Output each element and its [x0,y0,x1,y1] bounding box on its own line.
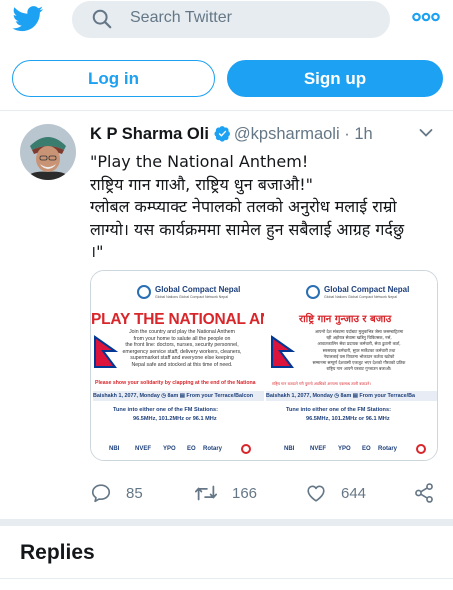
tweet-text-line: "Play the National Anthem! [90,152,309,171]
solidarity-line: राष्ट्रिय गान बजाउने गरी पुरानो अवधिको अ… [272,381,371,386]
tweet-text: "Play the National Anthem! राष्ट्रिय गान… [90,151,442,264]
search-bar[interactable]: Search Twitter [72,1,390,38]
search-icon [92,9,112,29]
like-button[interactable]: 644 [305,482,366,504]
global-compact-logo-icon [306,285,320,299]
org-subtitle: Global Nations Global Compact Network Ne… [155,295,228,299]
media-image-nepali[interactable]: Global Compact Nepal Global Nations Glob… [266,271,437,460]
login-button[interactable]: Log in [12,60,215,97]
tweet-text-line: ।" [90,242,104,261]
poster-body: आफ्नो देश संकटमा पर्दाबाट मुलुकभित्र जेस… [312,329,406,372]
fm-line: Tune into either one of the FM Stations: [286,407,391,413]
sponsor-logo: YPO [338,446,351,452]
sponsor-logo: EO [187,446,196,452]
section-divider [0,519,453,526]
reply-count: 85 [126,484,143,502]
media-image-english[interactable]: Global Compact Nepal Global Nations Glob… [91,271,264,460]
retweet-count: 166 [232,484,258,502]
author-name[interactable]: K P Sharma Oli [90,125,209,143]
reply-button[interactable]: 85 [90,482,143,504]
tweet-media[interactable]: Global Compact Nepal Global Nations Glob… [90,270,438,461]
tweet-text-line: राष्ट्रिय गान गाऔ, राष्ट्रिय धुन बजाऔ!" [90,174,313,194]
signup-button[interactable]: Sign up [227,60,443,97]
tweet-text-line: ग्लोबल कम्प्याक्ट नेपालको तलको अनुरोध मल… [90,197,397,216]
separator-dot: · [344,125,350,143]
author-handle[interactable]: @kpsharmaoli [234,125,340,143]
sponsor-logos: NBI NVEF YPO EO Rotary [266,442,437,460]
more-dots-icon[interactable] [412,11,440,23]
replies-heading: Replies [20,541,95,564]
tweet-time[interactable]: 1h [354,125,372,143]
org-subtitle: Global Nations Global Compact Network Ne… [324,295,397,299]
sponsor-logo: NVEF [310,446,327,452]
fm-stations: 96.5MHz, 101.2MHz or 96.1 MHz [306,416,390,422]
sponsor-logo: EO [362,446,371,452]
global-compact-logo-icon [137,285,151,299]
reply-icon [91,484,111,503]
retweet-icon [194,485,218,501]
sponsor-logo: Rotary [203,446,223,452]
sponsor-logo: NBI [109,446,120,452]
sponsor-logo: NVEF [135,446,152,452]
poster-headline: PLAY THE NATIONAL ANTH [91,311,264,328]
sponsor-logos: NBI NVEF YPO EO Rotary [91,442,264,460]
fm-line: Tune into either one of the FM Stations: [113,407,218,413]
rotary-wheel-icon [241,444,251,454]
tweet-actions: 85 166 644 [0,482,453,504]
avatar[interactable] [20,124,76,180]
divider [0,578,453,579]
rotary-wheel-icon [416,444,426,454]
tweet-text-line: लाग्यो। यस कार्यक्रममा सामेल हुन सबैलाई … [90,219,405,239]
share-icon [415,483,433,503]
sponsor-logo: YPO [163,446,176,452]
tweet-header: K P Sharma Oli @kpsharmaoli · 1h [90,125,440,147]
share-button[interactable] [413,482,449,504]
poster-headline: राष्ट्रि गान गुन्जाउ र बजाउ [299,314,392,325]
like-count: 644 [341,484,367,502]
date-line: Baishakh 1, 2077, Monday ◷ 8am ▤ From yo… [93,391,264,401]
fm-stations: 96.5MHz, 101.2MHz or 96.1 MHz [133,416,217,422]
org-name: Global Compact Nepal [324,285,410,294]
top-bar: Search Twitter [0,0,453,40]
date-line: Baishakh 1, 2077, Monday ◷ 8am ▤ From yo… [266,391,437,401]
search-placeholder[interactable]: Search Twitter [130,9,232,27]
retweet-button[interactable]: 166 [194,482,257,504]
verified-badge-icon [214,126,230,142]
poster-body: Join the country and play the National A… [122,329,242,368]
auth-bar: Log in Sign up [0,60,453,100]
sponsor-logo: NBI [284,446,295,452]
heart-icon [307,485,325,502]
divider [0,110,453,111]
chevron-down-icon[interactable] [419,128,433,138]
sponsor-logo: Rotary [378,446,398,452]
org-name: Global Compact Nepal [155,285,241,294]
solidarity-line: Please show your solidarity by clapping … [95,380,256,386]
twitter-bird-icon[interactable] [12,6,44,32]
